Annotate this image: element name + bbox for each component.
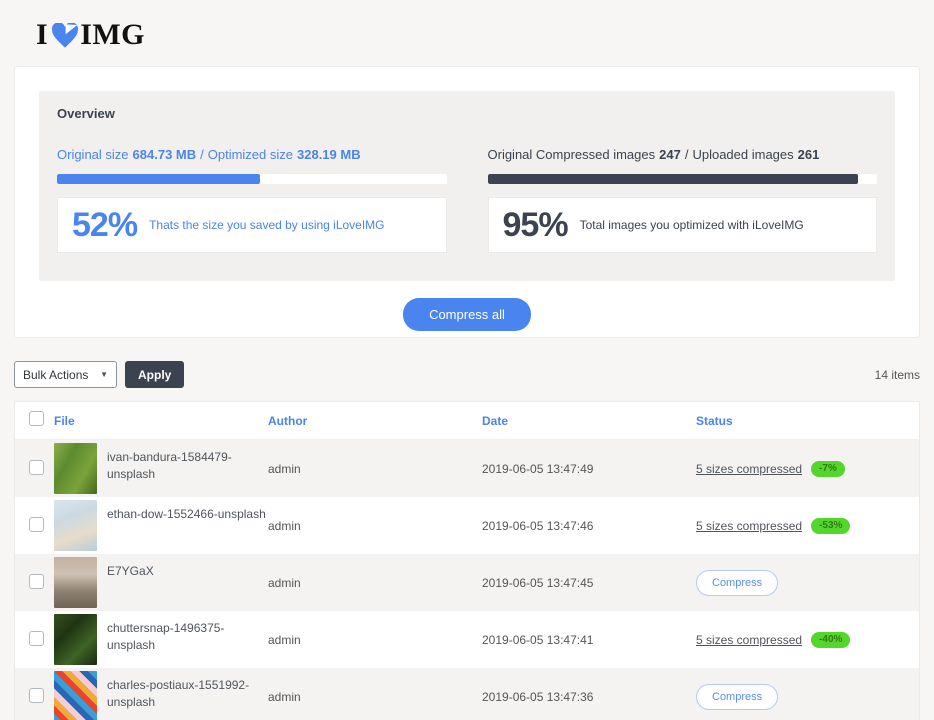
logo-text-right: IMG [80,18,145,52]
compression-percent-badge: -53% [811,518,850,534]
column-header-author: Author [268,414,482,428]
row-checkbox[interactable] [29,574,44,589]
top-header: I IMG [0,0,934,58]
date-cell: 2019-06-05 13:47:46 [482,519,696,533]
table-row: chuttersnap-1496375-unsplash admin 2019-… [15,611,919,668]
table-body: ivan-bandura-1584479-unsplash admin 2019… [15,440,919,720]
bulk-actions-toolbar: Bulk Actions ▼ Apply 14 items [14,361,920,388]
size-saved-percent: 52% [72,206,137,245]
images-optimized-description: Total images you optimized with iLoveIMG [580,218,804,232]
select-all-checkbox[interactable] [29,411,44,426]
woman-portrait-thumbnail [54,557,97,608]
date-cell: 2019-06-05 13:47:45 [482,576,696,590]
colorful-diagonal-stripes-thumbnail [54,671,97,720]
images-optimized-label: Original Compressed images247/Uploaded i… [488,147,878,162]
compress-button[interactable]: Compress [696,570,778,596]
column-header-file: File [54,414,268,428]
heart-photo-icon [51,23,79,49]
author-cell: admin [268,576,482,590]
file-name: charles-postiaux-1551992-unsplash [107,668,267,711]
row-checkbox[interactable] [29,688,44,703]
images-optimized-column: Original Compressed images247/Uploaded i… [488,147,878,253]
file-name: ethan-dow-1552466-unsplash [107,497,266,523]
frosty-winter-landscape-thumbnail [54,500,97,551]
size-saved-column: Original size684.73 MB/Optimized size328… [57,147,447,253]
table-header-row: File Author Date Status [15,402,919,440]
images-optimized-percent: 95% [503,206,568,245]
date-cell: 2019-06-05 13:47:41 [482,633,696,647]
status-cell: Compress [696,570,919,596]
sizes-compressed-link[interactable]: 5 sizes compressed [696,462,802,476]
date-cell: 2019-06-05 13:47:49 [482,462,696,476]
bulk-actions-select[interactable]: Bulk Actions ▼ [14,361,117,388]
status-cell: 5 sizes compressed -53% [696,518,919,534]
overview-panel: Overview Original size684.73 MB/Optimize… [39,91,895,281]
row-checkbox[interactable] [29,517,44,532]
author-cell: admin [268,633,482,647]
overview-title: Overview [57,106,877,121]
size-saved-label: Original size684.73 MB/Optimized size328… [57,147,447,162]
author-cell: admin [268,462,482,476]
status-cell: Compress [696,684,919,710]
file-name: chuttersnap-1496375-unsplash [107,611,267,654]
author-cell: admin [268,519,482,533]
compress-button[interactable]: Compress [696,684,778,710]
dark-green-foliage-thumbnail [54,614,97,665]
size-saved-progress-fill [57,174,260,184]
green-aerial-landscape-thumbnail [54,443,97,494]
status-cell: 5 sizes compressed -40% [696,632,919,648]
compression-percent-badge: -40% [811,632,850,648]
chevron-down-icon: ▼ [100,370,108,379]
status-cell: 5 sizes compressed -7% [696,461,919,477]
table-row: ivan-bandura-1584479-unsplash admin 2019… [15,440,919,497]
sizes-compressed-link[interactable]: 5 sizes compressed [696,633,802,647]
row-checkbox[interactable] [29,460,44,475]
size-saved-description: Thats the size you saved by using iLoveI… [149,218,384,232]
date-cell: 2019-06-05 13:47:36 [482,690,696,704]
images-optimized-progress-fill [488,174,858,184]
bulk-actions-selected-value: Bulk Actions [23,368,88,382]
file-name: ivan-bandura-1584479-unsplash [107,440,267,483]
items-count: 14 items [875,368,920,382]
size-saved-progressbar [57,174,447,184]
table-row: ethan-dow-1552466-unsplash admin 2019-06… [15,497,919,554]
compress-all-button[interactable]: Compress all [403,298,531,331]
compression-percent-badge: -7% [811,461,845,477]
media-table: File Author Date Status ivan-bandura-158… [14,401,920,720]
table-row: charles-postiaux-1551992-unsplash admin … [15,668,919,720]
column-header-status: Status [696,414,919,428]
row-checkbox[interactable] [29,631,44,646]
column-header-date: Date [482,414,696,428]
size-saved-statbox: 52% Thats the size you saved by using iL… [57,197,447,253]
apply-button[interactable]: Apply [125,361,184,388]
images-optimized-statbox: 95% Total images you optimized with iLov… [488,197,878,253]
sizes-compressed-link[interactable]: 5 sizes compressed [696,519,802,533]
table-row: E7YGaX admin 2019-06-05 13:47:45 Compres… [15,554,919,611]
overview-card: Overview Original size684.73 MB/Optimize… [14,66,920,338]
file-name: E7YGaX [107,554,154,580]
images-optimized-progressbar [488,174,878,184]
author-cell: admin [268,690,482,704]
logo-text-left: I [36,18,48,52]
iloveimg-logo: I IMG [36,18,934,52]
